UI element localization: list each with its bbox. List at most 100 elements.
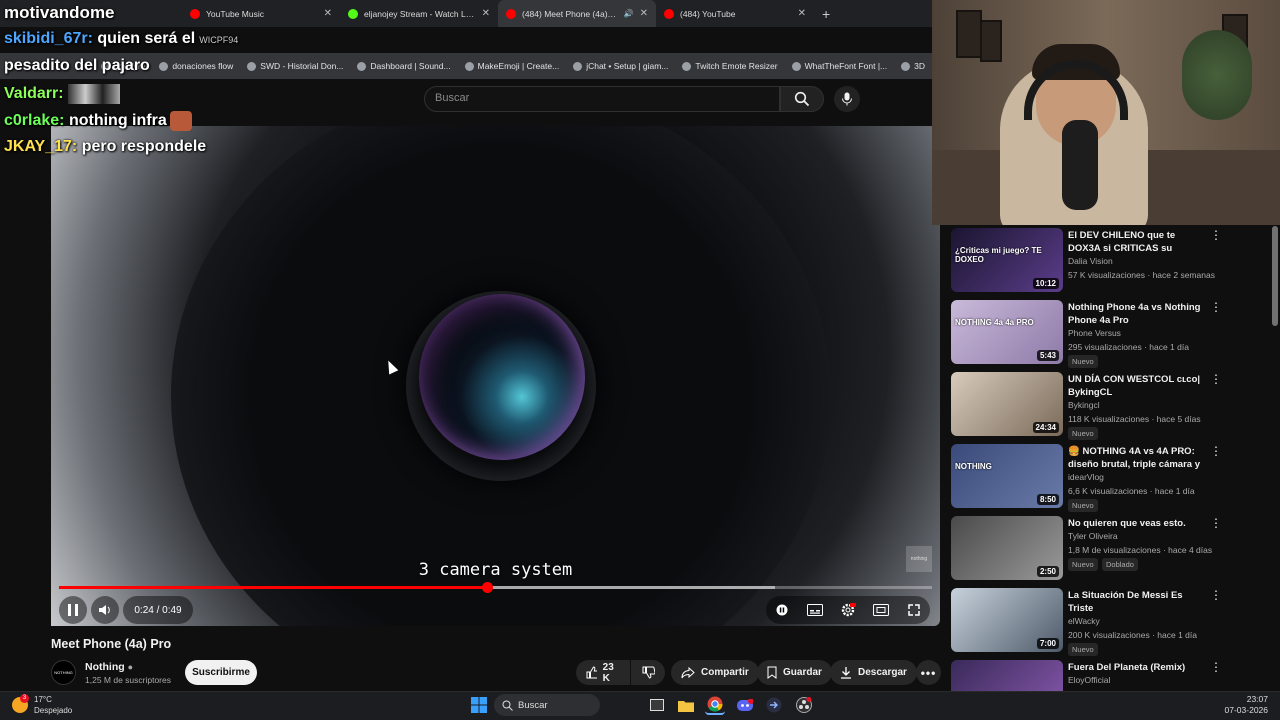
bookmark-item[interactable]: Twitch Emote Resizer (675, 61, 784, 71)
fullscreen-button[interactable] (900, 596, 928, 624)
bookmark-item[interactable]: donaciones flow (152, 61, 240, 71)
recommendation-item[interactable]: 7:00 La Situación De Messi Es Triste elWac… (948, 586, 1272, 656)
video-thumbnail[interactable] (951, 660, 1063, 691)
volume-button[interactable] (91, 596, 119, 624)
recommendation-item[interactable]: Fuera Del Planeta (Remix)EloyOfficial10 … (948, 658, 1272, 691)
video-thumbnail[interactable]: 7:00 (951, 588, 1063, 652)
more-actions-button[interactable]: ••• (916, 660, 941, 685)
browser-tab-bar: YouTube Music ✕ eljanojey Stream - Watch L… (0, 0, 932, 27)
chat-text: nothing infra (68, 112, 167, 130)
video-thumbnail[interactable]: ¿Criticas mi juego? TE DOXEO 10:12 (951, 228, 1063, 292)
video-thumbnail[interactable]: 2:50 (951, 516, 1063, 580)
dislike-button[interactable] (631, 660, 665, 685)
more-vertical-icon[interactable]: ⋮ (1210, 301, 1222, 316)
recommendation-item[interactable]: NOTHING 8:50 🍔 NOTHING 4A vs 4A PRO: diseñ… (948, 442, 1272, 512)
subscribe-button[interactable]: Suscribirme (185, 660, 257, 685)
browser-tab[interactable]: YouTube Music ✕ (182, 0, 340, 27)
search-input[interactable]: Buscar (424, 86, 780, 112)
progress-bar[interactable] (59, 582, 932, 593)
chat-username: skibidi_67r: (4, 30, 93, 47)
chrome-button[interactable] (705, 695, 725, 715)
subtitles-icon (807, 604, 824, 616)
pause-icon (68, 604, 78, 616)
subtitles-button[interactable] (801, 596, 829, 624)
microphone-icon (842, 92, 852, 106)
tab-close-icon[interactable]: ✕ (640, 8, 648, 19)
more-vertical-icon[interactable]: ⋮ (1210, 373, 1222, 388)
channel-watermark[interactable]: nothing (906, 546, 932, 572)
bookmark-favicon-icon (791, 61, 801, 71)
more-vertical-icon[interactable]: ⋮ (1210, 661, 1222, 676)
save-label: Guardar (783, 667, 822, 678)
browser-tab[interactable]: eljanojey Stream - Watch Live o ✕ (340, 0, 498, 27)
more-horizontal-icon: ••• (920, 665, 937, 680)
recommendation-meta: 295 visualizaciones · hace 1 día (1068, 342, 1189, 352)
chat-emote-image (68, 84, 121, 104)
video-thumbnail[interactable]: NOTHING 8:50 (951, 444, 1063, 508)
channel-avatar[interactable]: NOTHING (51, 660, 76, 685)
chat-message: c0rlake: nothing infra (4, 111, 192, 131)
bookmark-item[interactable]: SWD - Historial Don... (240, 61, 350, 71)
recommendation-badge: Nuevo (1068, 355, 1098, 368)
recommendation-meta: 57 K visualizaciones · hace 2 semanas (1068, 270, 1215, 280)
bookmark-item[interactable]: jChat • Setup | giam... (566, 61, 675, 71)
recommendation-item[interactable]: ¿Criticas mi juego? TE DOXEO 10:12 El DEV … (948, 226, 1272, 292)
new-tab-button[interactable]: + (814, 6, 838, 22)
search-button[interactable] (780, 86, 824, 112)
tab-close-icon[interactable]: ✕ (482, 8, 490, 19)
start-button[interactable] (469, 695, 489, 715)
more-vertical-icon[interactable]: ⋮ (1210, 589, 1222, 604)
obs-button[interactable] (794, 695, 814, 715)
more-vertical-icon[interactable]: ⋮ (1210, 445, 1222, 460)
channel-name[interactable]: Nothing ● (85, 661, 133, 673)
tab-list: YouTube Music ✕ eljanojey Stream - Watch L… (182, 0, 814, 27)
recommendation-item[interactable]: 24:34 UN DÍA CON WESTCOL ᴄʟᴄᴏ| BykingCL By… (948, 370, 1272, 440)
tab-title: (484) Meet Phone (4a) Pro (522, 8, 618, 19)
app-button[interactable] (764, 695, 784, 715)
recommendations-list: ¿Criticas mi juego? TE DOXEO 10:12 El DEV … (948, 226, 1272, 691)
browser-tab[interactable]: (484) YouTube ✕ (656, 0, 814, 27)
discord-button[interactable] (735, 695, 755, 715)
scrollbar[interactable] (1272, 226, 1278, 326)
autoplay-toggle[interactable] (768, 596, 796, 624)
video-player[interactable]: 3 camera system nothing 0:24 / 0:49 (51, 126, 940, 626)
system-clock[interactable]: 23:07 07-03-2026 (1225, 694, 1268, 716)
taskbar-search-label: Buscar (518, 699, 548, 711)
more-vertical-icon[interactable]: ⋮ (1210, 517, 1222, 532)
task-view-button[interactable] (647, 695, 667, 715)
file-explorer-button[interactable] (676, 695, 696, 715)
taskbar-search[interactable]: Buscar (494, 694, 600, 716)
bookmark-item[interactable]: MakeEmoji | Create... (458, 61, 567, 71)
share-button[interactable]: Compartir (671, 660, 759, 685)
theater-mode-button[interactable] (867, 596, 895, 624)
recommendation-channel: EloyOfficial (1068, 675, 1111, 685)
bookmark-item[interactable]: Dashboard | Sound... (350, 61, 457, 71)
bookmark-item[interactable]: WhatTheFont Font |... (785, 61, 895, 71)
voice-search-button[interactable] (834, 86, 860, 112)
progress-scrubber[interactable] (481, 582, 493, 593)
thumbs-up-icon (586, 666, 597, 679)
pause-button[interactable] (59, 596, 87, 624)
tab-audio-icon[interactable]: 🔊 (624, 9, 634, 18)
bookmark-item[interactable]: 3D (894, 61, 932, 71)
recommendation-item[interactable]: 2:50 No quieren que veas esto. Tyler Olive… (948, 514, 1272, 580)
like-button[interactable]: 23 K (576, 660, 630, 685)
weather-desc: Despejado (34, 706, 73, 715)
subscriber-count: 1,25 M de suscriptores (85, 675, 171, 685)
save-button[interactable]: Guardar (757, 660, 832, 685)
settings-button[interactable] (834, 596, 862, 624)
video-thumbnail[interactable]: NOTHING 4a 4a PRO 5:43 (951, 300, 1063, 364)
more-vertical-icon[interactable]: ⋮ (1210, 229, 1222, 244)
tab-close-icon[interactable]: ✕ (324, 8, 332, 19)
weather-widget[interactable]: 3 17°C Despejado (12, 694, 72, 716)
tab-close-icon[interactable]: ✕ (798, 8, 806, 19)
chat-message: pesadito del pajaro (4, 57, 150, 75)
thumbnail-text: NOTHING (955, 462, 992, 471)
recommendation-item[interactable]: NOTHING 4a 4a PRO 5:43 Nothing Phone 4a vs… (948, 298, 1272, 368)
download-button[interactable]: Descargar (830, 660, 917, 685)
tab-favicon-icon (348, 8, 358, 19)
browser-tab[interactable]: (484) Meet Phone (4a) Pro 🔊 ✕ (498, 0, 656, 27)
search-icon (502, 700, 513, 711)
stream-overlay-title: motivandome (4, 3, 115, 22)
video-thumbnail[interactable]: 24:34 (951, 372, 1063, 436)
